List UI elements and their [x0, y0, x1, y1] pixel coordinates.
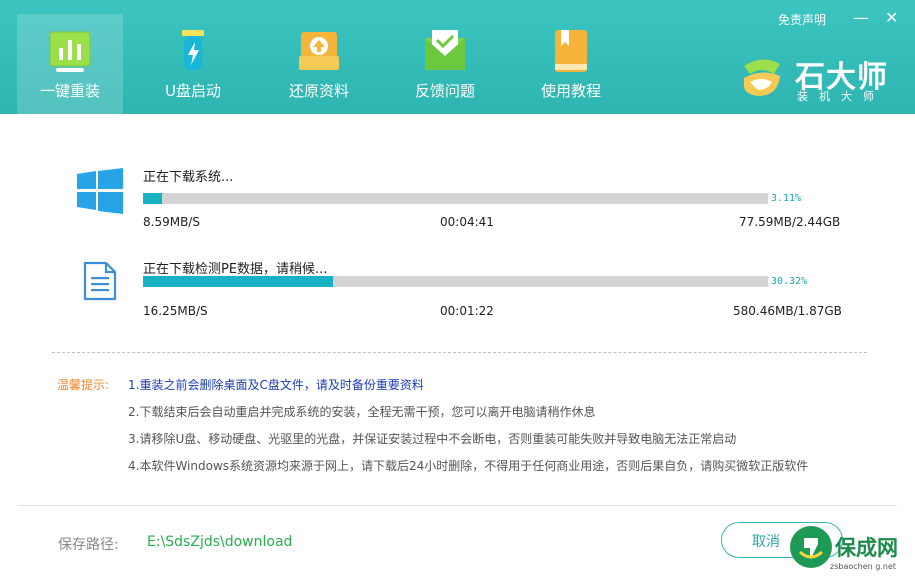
- nav-label: U盘启动: [165, 82, 221, 100]
- book-icon: [555, 30, 587, 72]
- usb-drive-icon: [182, 30, 204, 70]
- tip-item: 1.重装之前会删除桌面及C盘文件，请及时备份重要资料: [128, 378, 424, 392]
- size-system: 77.59MB/2.44GB: [739, 215, 841, 229]
- tips-label: 温馨提示:: [57, 378, 110, 392]
- nav-label: 使用教程: [540, 82, 601, 100]
- document-icon: [83, 261, 117, 301]
- elapsed-pe: 00:01:22: [440, 304, 494, 318]
- progress-bar-pe: [143, 276, 768, 287]
- progress-bar-system: [143, 193, 768, 204]
- windows-logo-icon: [77, 168, 123, 214]
- disclaimer-link[interactable]: 免责声明: [778, 11, 826, 28]
- minimize-button[interactable]: —: [853, 8, 869, 27]
- tip-item: 2.下载结束后会自动重启并完成系统的安装，全程无需干预，您可以离开电脑请稍作休息: [128, 405, 596, 419]
- watermark-logo-icon: [790, 526, 832, 568]
- speed-pe: 16.25MB/S: [143, 304, 208, 318]
- size-pe: 580.46MB/1.87GB: [733, 304, 842, 318]
- speed-system: 8.59MB/S: [143, 215, 200, 229]
- watermark: 保成网 zsbaochen g.net: [790, 526, 908, 574]
- download-title-system: 正在下载系统...: [143, 170, 234, 185]
- percent-pe: 30.32%: [771, 276, 808, 287]
- footer-divider: [18, 505, 897, 506]
- progress-fill-system: [143, 193, 163, 204]
- nav-label: 一键重装: [39, 82, 100, 100]
- nav-usb-boot[interactable]: U盘启动: [140, 14, 246, 112]
- nav-label: 反馈问题: [414, 82, 475, 100]
- percent-system: 3.11%: [771, 193, 802, 204]
- watermark-text: 保成网: [835, 536, 898, 560]
- nav-feedback[interactable]: 反馈问题: [392, 14, 498, 112]
- nav-restore-data[interactable]: 还原资料: [266, 14, 372, 112]
- divider: [52, 352, 867, 353]
- logo-mark-icon: [744, 59, 780, 96]
- elapsed-system: 00:04:41: [440, 215, 494, 229]
- restore-box-icon: [299, 32, 339, 70]
- nav-label: 还原资料: [288, 82, 349, 100]
- watermark-url: zsbaochen g.net: [830, 562, 896, 571]
- logo-subtitle: 装机大师: [797, 90, 885, 103]
- save-path-label: 保存路径:: [58, 537, 119, 553]
- save-path-value[interactable]: E:\SdsZjds\download: [147, 534, 292, 550]
- progress-fill-pe: [143, 276, 333, 287]
- download-title-pe: 正在下载检测PE数据，请稍候...: [143, 262, 328, 277]
- close-button[interactable]: ✕: [885, 8, 898, 27]
- chart-bars-icon: [49, 31, 91, 72]
- nav-tutorial[interactable]: 使用教程: [518, 14, 624, 112]
- tip-item: 4.本软件Windows系统资源均来源于网上，请下载后24小时删除，不得用于任何…: [128, 459, 809, 473]
- tip-item: 3.请移除U盘、移动硬盘、光驱里的光盘，并保证安装过程中不会断电，否则重装可能失…: [128, 432, 737, 446]
- envelope-icon: [425, 30, 465, 70]
- header-bar: 一键重装 U盘启动 还原资料 反馈问题 使用教程 免责声明 — ✕ 石大师 装机…: [0, 0, 915, 114]
- nav-one-click-reinstall[interactable]: 一键重装: [17, 14, 123, 114]
